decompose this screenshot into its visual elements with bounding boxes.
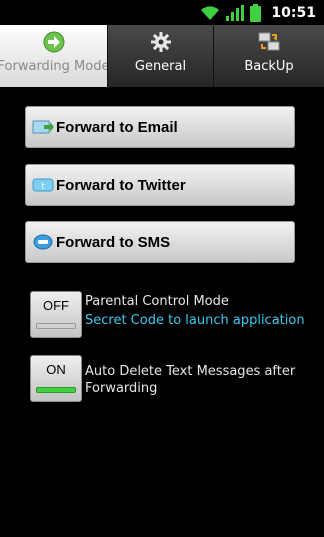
gear-icon xyxy=(150,32,171,52)
forward-arrow-icon xyxy=(43,31,64,53)
tab-label: BackUp xyxy=(244,59,294,74)
toggle-state-label: OFF xyxy=(43,298,69,313)
parental-control-description: Parental Control Mode Secret Code to lau… xyxy=(85,291,305,329)
auto-delete-title: Auto Delete Text Messages after Forwardi… xyxy=(85,364,296,396)
status-time: 10:51 xyxy=(271,4,316,21)
tab-general[interactable]: General xyxy=(107,25,213,87)
backup-icon xyxy=(258,32,280,51)
auto-delete-row: ON Auto Delete Text Messages after Forwa… xyxy=(30,355,315,402)
button-label: Forward to SMS xyxy=(56,233,171,251)
email-icon xyxy=(32,120,54,134)
button-label: Forward to Email xyxy=(56,118,178,136)
svg-text:t: t xyxy=(41,182,45,192)
parental-control-toggle[interactable]: OFF xyxy=(30,291,82,338)
status-bar: 10:51 xyxy=(0,0,324,25)
parental-control-row: OFF Parental Control Mode Secret Code to… xyxy=(30,291,315,338)
toggle-state-label: ON xyxy=(46,362,66,377)
auto-delete-toggle[interactable]: ON xyxy=(30,355,82,402)
twitter-icon: t xyxy=(32,178,54,192)
tab-forwarding-mode[interactable]: Forwarding Mode xyxy=(0,25,107,87)
auto-delete-description: Auto Delete Text Messages after Forwardi… xyxy=(85,355,300,397)
tab-label: Forwarding Mode xyxy=(0,59,107,74)
button-label: Forward to Twitter xyxy=(56,176,186,194)
parental-control-title: Parental Control Mode xyxy=(85,294,229,309)
tab-label: General xyxy=(134,59,187,74)
forward-to-email-button[interactable]: Forward to Email xyxy=(25,106,295,148)
forward-to-twitter-button[interactable]: t Forward to Twitter xyxy=(25,164,295,206)
signal-icon xyxy=(226,4,245,21)
toggle-indicator xyxy=(36,323,76,329)
forward-to-sms-button[interactable]: Forward to SMS xyxy=(25,221,295,263)
secret-code-link[interactable]: Secret Code to launch application xyxy=(85,312,305,329)
tab-backup[interactable]: BackUp xyxy=(213,25,324,87)
wifi-icon xyxy=(201,5,220,20)
tab-bar: Forwarding Mode General BackUp xyxy=(0,25,324,87)
battery-icon xyxy=(250,3,262,22)
toggle-indicator xyxy=(36,387,76,393)
sms-icon xyxy=(33,234,53,250)
